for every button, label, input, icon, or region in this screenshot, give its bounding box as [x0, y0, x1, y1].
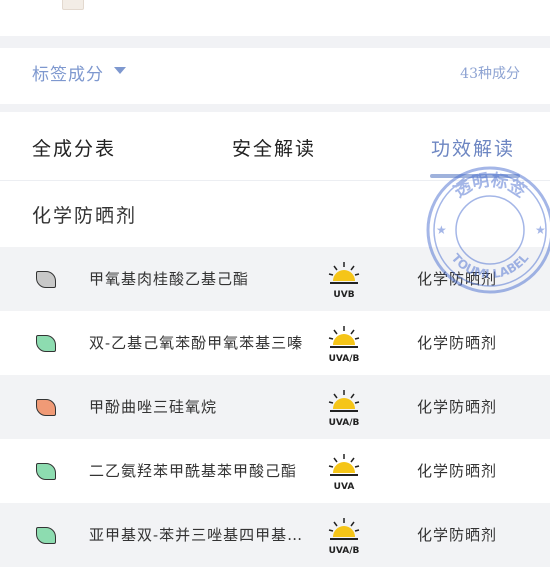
- ingredient-function: 化学防晒剂: [417, 270, 498, 288]
- uv-type-label: UVA/B: [329, 418, 360, 428]
- tab-safety-analysis[interactable]: 安全解读: [232, 134, 316, 161]
- safety-leaf-icon: [36, 463, 56, 480]
- uv-sun-icon: UVA/B: [329, 326, 360, 364]
- uv-sun-icon: UVA/B: [329, 518, 360, 556]
- safety-leaf-icon: [36, 335, 56, 352]
- product-card-top: [0, 0, 550, 36]
- ingredient-count: 43种成分: [460, 66, 520, 82]
- ingredient-name: 甲酚曲唑三硅氧烷: [89, 398, 218, 416]
- uv-type-label: UVA: [334, 482, 355, 492]
- label-ingredients-title[interactable]: 标签成分: [32, 60, 104, 85]
- safety-leaf-icon: [36, 399, 56, 416]
- ingredient-function: 化学防晒剂: [417, 526, 498, 544]
- uv-type-label: UVA/B: [329, 354, 360, 364]
- uv-type-label: UVB: [333, 290, 354, 300]
- dropdown-arrow-icon[interactable]: [114, 67, 126, 74]
- uv-sun-icon: UVB: [328, 262, 360, 300]
- tab-efficacy-analysis[interactable]: 功效解读: [431, 134, 515, 161]
- ingredient-row[interactable]: 二乙氨羟苯甲酰基苯甲酸己酯 UVA 化学防晒剂: [0, 439, 550, 503]
- separator: [0, 104, 550, 112]
- ingredient-row[interactable]: 甲氧基肉桂酸乙基己酯 UVB 化学防晒剂: [0, 247, 550, 311]
- separator: [0, 36, 550, 48]
- category-header: 化学防晒剂: [0, 181, 550, 247]
- uv-sun-icon: UVA: [328, 454, 360, 492]
- tab-bar: 全成分表 安全解读 功效解读: [0, 112, 550, 181]
- label-ingredients-header[interactable]: 标签成分 43种成分: [0, 48, 550, 104]
- safety-leaf-icon: [36, 527, 56, 544]
- ingredient-function: 化学防晒剂: [417, 462, 498, 480]
- uv-sun-icon: UVA/B: [329, 390, 360, 428]
- ingredient-name: 甲氧基肉桂酸乙基己酯: [89, 270, 250, 288]
- tab-all-ingredients[interactable]: 全成分表: [32, 134, 116, 161]
- ingredient-row[interactable]: 甲酚曲唑三硅氧烷 UVA/B 化学防晒剂: [0, 375, 550, 439]
- uv-type-label: UVA/B: [329, 546, 360, 556]
- ingredient-function: 化学防晒剂: [417, 334, 498, 352]
- ingredient-name: 亚甲基双-苯并三唑基四甲基…: [89, 526, 304, 544]
- safety-leaf-icon: [36, 271, 56, 288]
- active-tab-indicator: [430, 174, 520, 178]
- ingredient-row[interactable]: 亚甲基双-苯并三唑基四甲基… UVA/B 化学防晒剂: [0, 503, 550, 567]
- product-thumbnail: [62, 0, 84, 10]
- ingredient-name: 二乙氨羟苯甲酰基苯甲酸己酯: [89, 462, 298, 480]
- ingredient-function: 化学防晒剂: [417, 398, 498, 416]
- ingredient-name: 双-乙基己氧苯酚甲氧苯基三嗪: [89, 334, 304, 352]
- category-title: 化学防晒剂: [32, 205, 138, 227]
- ingredient-row[interactable]: 双-乙基己氧苯酚甲氧苯基三嗪 UVA/B 化学防晒剂: [0, 311, 550, 375]
